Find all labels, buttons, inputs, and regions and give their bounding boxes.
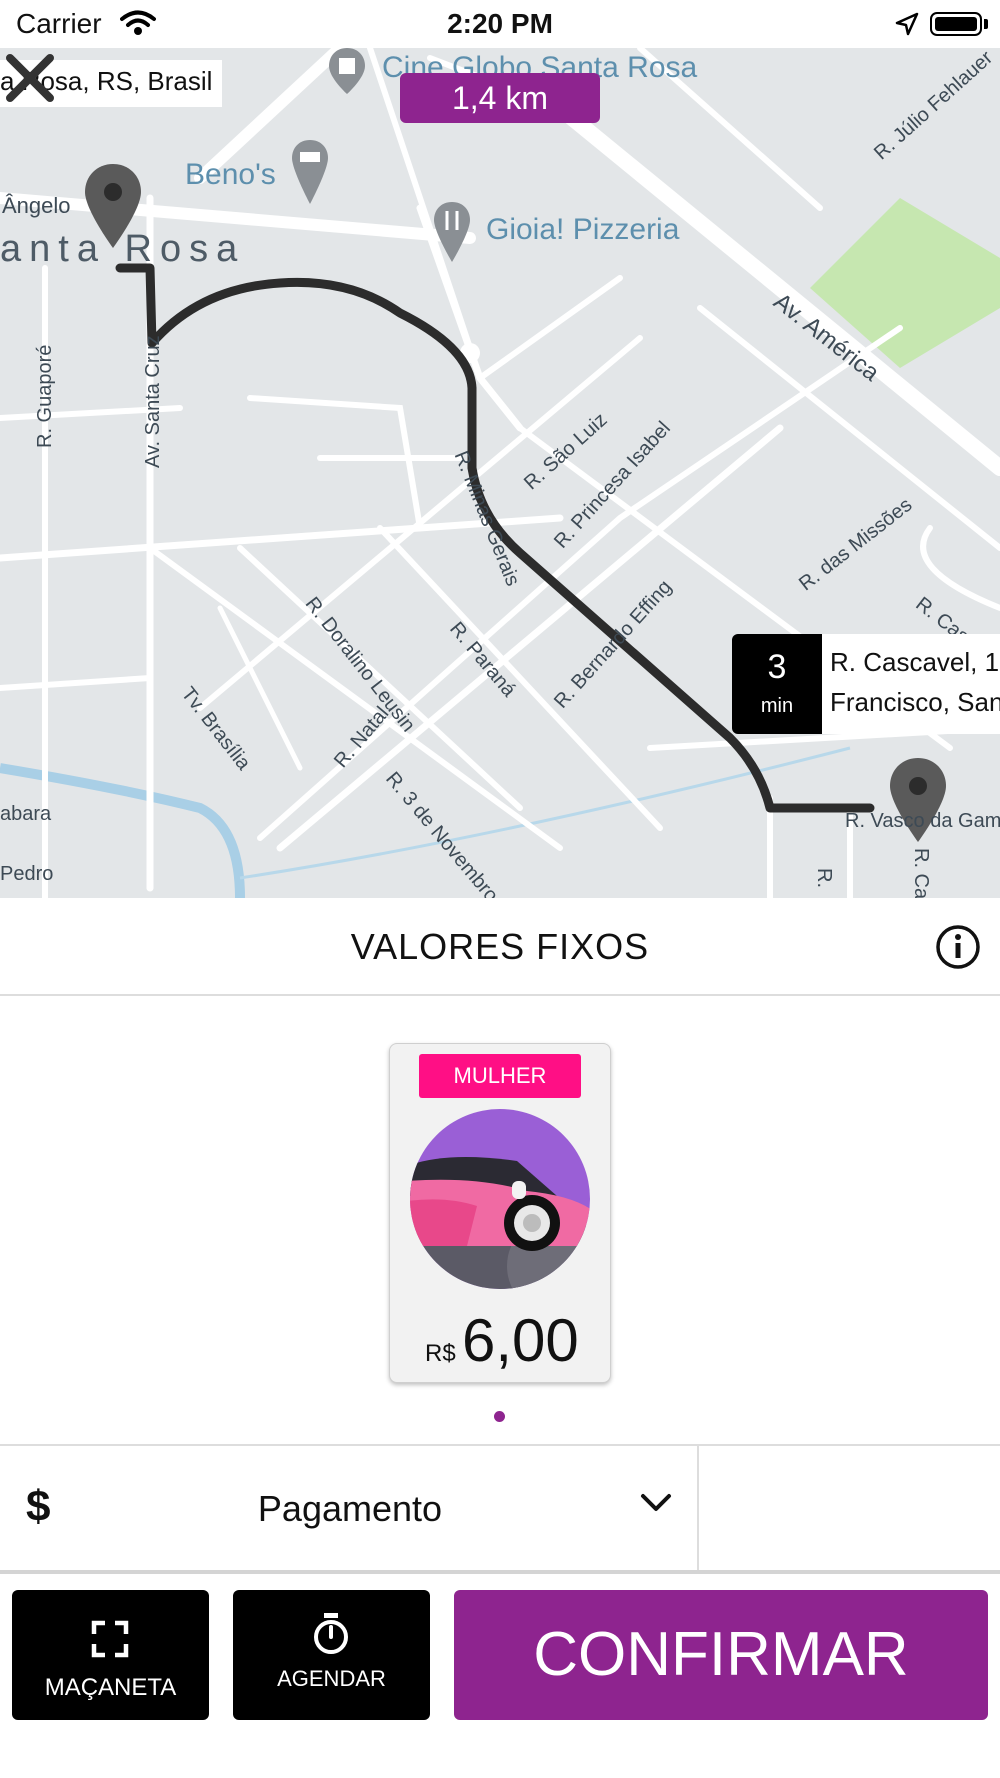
payment-selector[interactable]: $ Pagamento	[0, 1444, 1000, 1574]
schedule-button[interactable]: AGENDAR	[233, 1590, 430, 1720]
car-illustration	[410, 1109, 590, 1289]
close-icon[interactable]	[0, 48, 60, 108]
map-label-santa-rosa: anta Rosa	[0, 228, 246, 270]
map-label-barbara: abara	[0, 803, 52, 825]
price-currency: R$	[425, 1340, 456, 1367]
map-streets	[0, 48, 1000, 898]
distance-badge: 1,4 km	[400, 73, 600, 123]
location-arrow-icon	[895, 12, 919, 36]
battery-icon	[930, 12, 982, 36]
status-time: 2:20 PM	[447, 8, 553, 39]
info-icon[interactable]	[935, 924, 981, 970]
map-label-santa-cruz: Av. Santa Cruz	[142, 335, 164, 468]
eta-box: 3 min	[732, 634, 822, 734]
status-bar: Carrier 2:20 PM	[0, 0, 1000, 48]
schedule-label: AGENDAR	[277, 1666, 386, 1691]
map-label-benos: Beno's	[185, 158, 276, 191]
dollar-icon: $	[26, 1482, 51, 1531]
confirm-button[interactable]: CONFIRMAR	[454, 1590, 988, 1720]
map-label-vasco: R. Vasco da Gam	[845, 810, 1000, 832]
battery-tip	[984, 19, 988, 29]
map-label-guapore: R. Guaporé	[34, 344, 56, 448]
section-title: VALORES FIXOS	[350, 926, 650, 967]
map-label-angelo: Ângelo	[2, 193, 71, 218]
payment-divider	[697, 1446, 699, 1570]
stopwatch-icon	[314, 1613, 348, 1654]
destination-address-line2: Francisco, Santa R	[830, 687, 1000, 717]
expand-icon	[91, 1620, 129, 1658]
route-map[interactable]: Cine Globo Santa Rosa Beno's Gioia! Pizz…	[0, 48, 1000, 898]
map-label-pedro: Pedro	[0, 863, 54, 885]
payment-label: Pagamento	[257, 1488, 443, 1529]
hotel-pin-icon	[292, 140, 328, 204]
handle-button[interactable]: MAÇANETA	[12, 1590, 209, 1720]
vehicle-category-badge: MULHER	[419, 1054, 581, 1098]
cinema-pin-icon	[329, 48, 365, 94]
destination-address: R. Cascavel, 17 - Sã Francisco, Santa R	[822, 634, 1000, 734]
vehicle-option-card[interactable]: MULHER R$ 6,00	[389, 1043, 611, 1383]
price-value: 6,00	[462, 1307, 579, 1374]
destination-address-line1: R. Cascavel, 17 - Sã	[830, 647, 1000, 677]
restaurant-pin-icon	[434, 202, 470, 262]
eta-value: 3	[767, 648, 787, 686]
map-label-r-edge: R.	[813, 868, 835, 888]
fixed-prices-header: VALORES FIXOS	[0, 898, 1000, 996]
chevron-down-icon	[641, 1494, 671, 1511]
handle-label: MAÇANETA	[44, 1674, 177, 1701]
map-label-r-ca: R. Ca	[910, 848, 932, 898]
carousel-page-indicator	[494, 1411, 505, 1422]
map-label-gioia: Gioia! Pizzeria	[486, 213, 680, 246]
eta-unit: min	[760, 695, 794, 717]
